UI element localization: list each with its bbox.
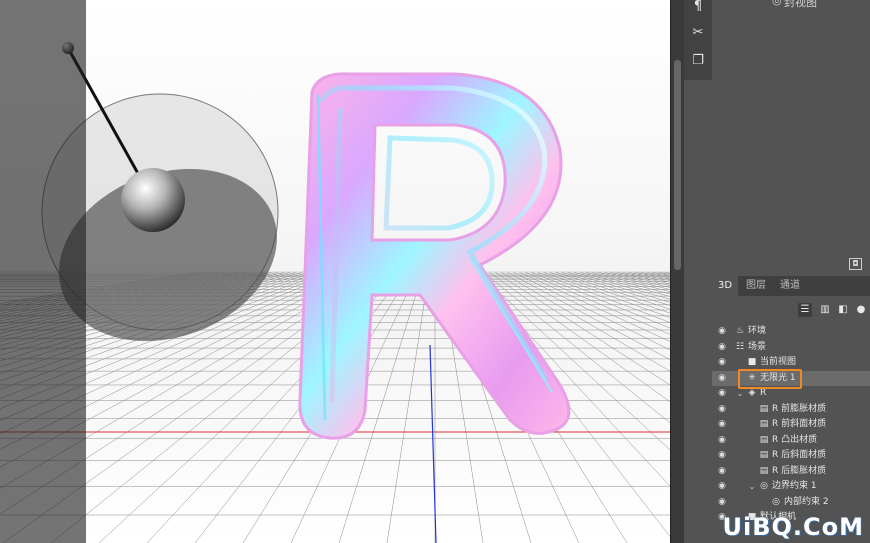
layer-label: 当前视图: [760, 357, 797, 367]
scene-canvas[interactable]: [0, 0, 670, 543]
visibility-eye-icon[interactable]: ◉: [716, 433, 728, 448]
selection-highlight-box: [738, 369, 802, 389]
layer-label: R 后斜面材质: [772, 450, 827, 460]
layer-row[interactable]: ◉ ▤ R 后斜面材质: [712, 448, 870, 463]
tools-icon[interactable]: ✂: [687, 22, 709, 44]
constraint-icon: ◎: [760, 481, 768, 491]
tab-3d[interactable]: 3D: [712, 276, 739, 296]
3d-layer-list: ◉ ♨ 环境 ◉ ☷ 场景 ◉ ■ 当前视图 ◉ ✳ 无限光 1 ◉ ⌄ ◈ R ◉ ▤ R 前膨胀材质 ◉ ▤ R 前斜…: [712, 324, 870, 543]
document-icon: ◎: [772, 0, 782, 7]
layer-row[interactable]: ◉ ▤ R 前斜面材质: [712, 417, 870, 432]
tab-channels[interactable]: 通道: [774, 276, 806, 296]
visibility-eye-icon[interactable]: ◉: [716, 402, 728, 417]
layer-label: R 凸出材质: [772, 434, 818, 445]
visibility-eye-icon[interactable]: ◉: [716, 448, 728, 463]
material-icon: ▤: [759, 434, 769, 445]
layer-row[interactable]: ◉ ⌄ ◎ 边界约束 1: [712, 479, 870, 494]
visibility-eye-icon[interactable]: ◉: [716, 479, 728, 494]
visibility-eye-icon[interactable]: ◉: [716, 464, 728, 479]
layer-row[interactable]: ◉ ☷ 场景: [712, 340, 870, 355]
expand-icon[interactable]: ◘: [849, 258, 862, 270]
panel-upper-area: ◎ 封视图 ◘: [712, 0, 870, 270]
layer-row[interactable]: ◉ ♨ 环境: [712, 324, 870, 339]
constraint-icon: ◎: [772, 496, 780, 507]
layer-label: 内部约束 2: [784, 496, 829, 507]
viewport-scrollbar[interactable]: [670, 0, 685, 543]
visibility-eye-icon[interactable]: ◉: [716, 324, 728, 339]
material-icon: ▤: [759, 419, 769, 429]
layer-label: R 前斜面材质: [772, 419, 827, 429]
pasteboard-overlay: [0, 0, 86, 543]
whole-scene-filter-icon[interactable]: ☰: [798, 303, 812, 317]
watermark: UiBQ.CoM: [722, 513, 864, 541]
expand-chevron-icon[interactable]: ⌄: [747, 479, 757, 494]
3d-viewport[interactable]: [0, 0, 670, 543]
panel-toolstrip: ¶ ✂ ❐: [684, 0, 713, 80]
layer-label: R 后膨胀材质: [772, 465, 827, 476]
scene-icon: ☷: [735, 341, 745, 352]
material-icon: ▤: [759, 465, 769, 476]
layer-label: 边界约束 1: [772, 481, 817, 491]
mesh-filter-icon[interactable]: ▥: [818, 303, 832, 317]
visibility-eye-icon[interactable]: ◉: [716, 417, 728, 432]
layer-label: 场景: [748, 341, 767, 352]
paragraph-icon[interactable]: ¶: [687, 0, 709, 18]
camera-icon: ■: [747, 357, 757, 367]
visibility-eye-icon[interactable]: ◉: [716, 386, 728, 401]
material-filter-icon[interactable]: ◧: [836, 303, 850, 317]
layer-row[interactable]: ◉ ◎ 内部约束 2: [712, 495, 870, 510]
layer-label: 环境: [748, 326, 767, 336]
light-filter-icon[interactable]: ●: [854, 303, 868, 317]
material-icon: ▤: [759, 450, 769, 460]
layer-label: R 前膨胀材质: [772, 403, 827, 414]
material-icon: ▤: [759, 403, 769, 414]
layer-row[interactable]: ◉ ▤ R 后膨胀材质: [712, 464, 870, 479]
visibility-eye-icon[interactable]: ◉: [716, 371, 728, 386]
right-panel: ¶ ✂ ❐ ◎ 封视图 ◘ 3D 图层 通道 ☰ ▥ ◧ ● ◉ ♨ 环境 ◉ ☷ 场景 ◉…: [684, 0, 870, 543]
layer-row[interactable]: ◉ ▤ R 凸出材质: [712, 433, 870, 448]
copy-icon[interactable]: ❐: [687, 50, 709, 72]
visibility-eye-icon[interactable]: ◉: [716, 495, 728, 510]
visibility-eye-icon[interactable]: ◉: [716, 355, 728, 370]
document-label: 封视图: [784, 0, 817, 9]
visibility-eye-icon[interactable]: ◉: [716, 340, 728, 355]
scrollbar-thumb[interactable]: [674, 60, 681, 270]
3d-filter-bar: ☰ ▥ ◧ ●: [712, 300, 870, 322]
environment-icon: ♨: [735, 326, 745, 336]
tab-layers[interactable]: 图层: [740, 276, 772, 296]
panel-tabs: 3D 图层 通道: [712, 276, 870, 296]
layer-row[interactable]: ◉ ■ 当前视图: [712, 355, 870, 370]
layer-row[interactable]: ◉ ▤ R 前膨胀材质: [712, 402, 870, 417]
